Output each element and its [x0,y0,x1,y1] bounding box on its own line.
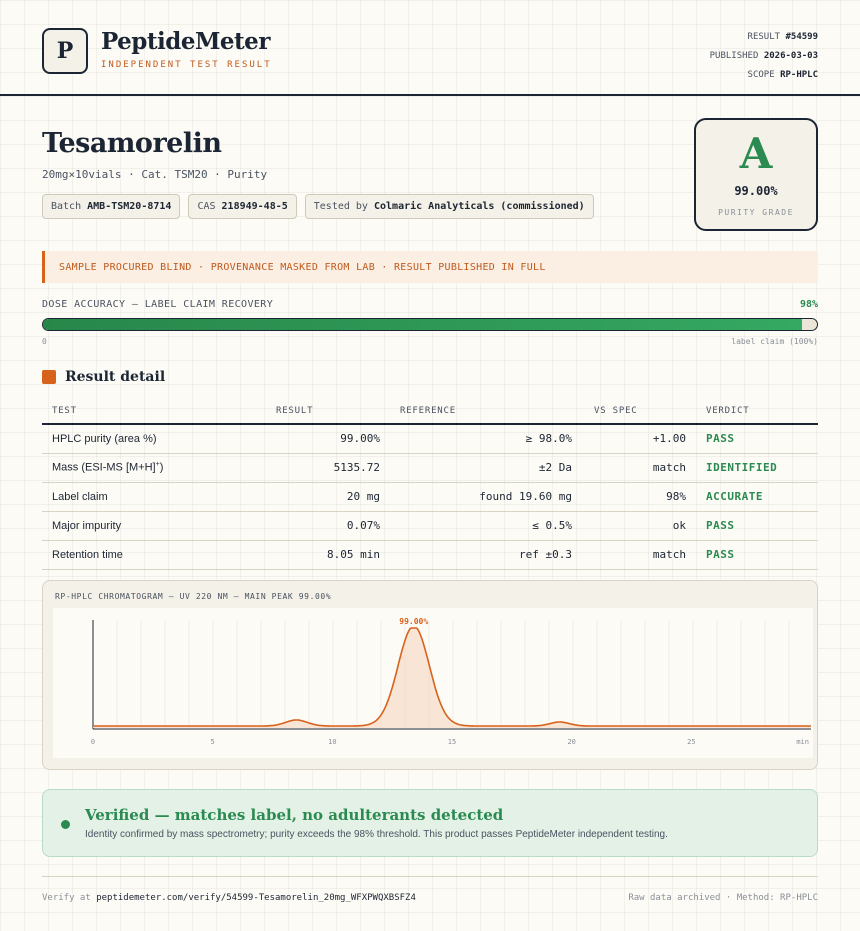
result-id-row: RESULT #54599 [747,32,818,42]
table-row: HPLC purity (area %) 99.00% ≥ 98.0% +1.00 PA… [42,424,818,454]
grade-value: 99.00% [734,184,778,198]
grade-letter: A [739,129,773,178]
batch-value: AMB-TSM20-8714 [87,201,172,212]
grade-label: PURITY GRADE [718,208,794,217]
footer-divider [42,876,818,877]
cell-result: 5135.72 [214,453,390,483]
result-id: #54599 [785,32,818,42]
cell-reference: found 19.60 mg [390,482,582,512]
col-reference: REFERENCE [390,398,582,425]
cell-verdict: IDENTIFIED [696,453,818,483]
table-row: Mass (ESI-MS [M+H]+) 5135.72 ±2 Da match IDE… [42,453,818,483]
result-detail-title: Result detail [65,369,166,385]
x-unit-label: min [796,738,809,746]
dose-accuracy-bar [42,318,818,331]
cell-verdict: PASS [696,424,818,454]
cell-test: Label claim [42,482,214,512]
col-test: TEST [42,398,214,425]
cell-test: Major impurity [42,511,214,541]
dose-min-label: 0 [42,337,47,346]
x-tick-label: 15 [448,738,456,746]
dose-max-label: label claim (100%) [731,337,818,346]
cell-vs-spec: ok [582,511,696,541]
brand-name: PeptideMeter [101,28,270,55]
x-tick-label: 0 [91,738,95,746]
scope-row: SCOPE RP-HPLC [747,70,818,80]
footer-verify: Verify at peptidemeter.com/verify/54599-… [42,893,416,903]
cas-value: 218949-48-5 [221,201,288,212]
tested-by-chip: Tested by Colmaric Analyticals (commissi… [304,194,594,219]
table-row: Retention time 8.05 min ref ±0.3 match PASS [42,540,818,570]
cell-reference: ±2 Da [390,453,582,483]
cell-vs-spec: 98% [582,482,696,512]
published-date: 2026-03-03 [763,51,818,61]
chromatogram-card: RP-HPLC CHROMATOGRAM — UV 220 NM — MAIN … [42,580,818,770]
cell-reference: ≥ 98.0% [390,424,582,454]
verified-title: Verified — matches label, no adulterants… [85,806,504,824]
chromatogram-plot: 99.00% 0 5 10 15 20 25 min [53,608,813,758]
tested-by-value: Colmaric Analyticals (commissioned) [373,201,585,212]
cell-vs-spec: match [582,540,696,570]
table-header: TEST RESULT REFERENCE VS SPEC VERDICT [42,398,818,425]
verify-link[interactable]: peptidemeter.com/verify/54599-Tesamoreli… [96,893,416,903]
product-subtitle: 20mg×10vials · Cat. TSM20 · Purity [42,168,268,181]
verified-dot-icon [61,820,70,829]
table-row: Major impurity 0.07% ≤ 0.5% ok PASS [42,511,818,541]
main-peak-label: 99.00% [399,617,428,626]
cell-verdict: PASS [696,540,818,570]
product-name: Tesamorelin [42,128,222,159]
cell-result: 0.07% [214,511,390,541]
cell-verdict: ACCURATE [696,482,818,512]
cell-vs-spec: match [582,453,696,483]
cell-result: 8.05 min [214,540,390,570]
chromatogram-title: RP-HPLC CHROMATOGRAM — UV 220 NM — MAIN … [55,592,332,601]
cell-verdict: PASS [696,511,818,541]
section-marker [42,370,56,384]
logo: P [42,28,88,74]
results-table: TEST RESULT REFERENCE VS SPEC VERDICT HP… [42,398,818,570]
cell-reference: ≤ 0.5% [390,511,582,541]
batch-chip: Batch AMB-TSM20-8714 [42,194,181,219]
dose-accuracy-percent: 98% [799,299,818,310]
scope-value: RP-HPLC [780,70,818,80]
brand-subtitle: INDEPENDENT TEST RESULT [101,60,272,70]
table-row: Label claim 20 mg found 19.60 mg 98% ACCURAT… [42,482,818,512]
col-verdict: VERDICT [696,398,818,425]
cell-result: 99.00% [214,424,390,454]
x-tick-label: 5 [211,738,215,746]
x-tick-label: 10 [328,738,336,746]
dose-accuracy-label: DOSE ACCURACY — LABEL CLAIM RECOVERY [42,299,274,310]
purity-grade-card: A 99.00% PURITY GRADE [694,118,818,231]
cell-vs-spec: +1.00 [582,424,696,454]
col-result: RESULT [214,398,390,425]
cell-result: 20 mg [214,482,390,512]
report-meta: RESULT #54599 PUBLISHED 2026-03-03 SCOPE… [710,28,818,85]
cell-test: Retention time [42,540,214,570]
verified-subtitle: Identity confirmed by mass spectrometry;… [85,829,668,840]
x-tick-label: 20 [567,738,575,746]
cell-test: Mass (ESI-MS [M+H]+) [42,453,214,483]
cas-chip: CAS 218949-48-5 [188,194,297,219]
blind-procurement-notice: SAMPLE PROCURED BLIND · PROVENANCE MASKE… [42,251,818,283]
published-row: PUBLISHED 2026-03-03 [709,51,818,61]
verified-banner: Verified — matches label, no adulterants… [42,789,818,857]
product-chips: Batch AMB-TSM20-8714 CAS 218949-48-5 Tes… [42,194,594,219]
x-tick-label: 25 [687,738,695,746]
dose-accuracy-fill [43,319,802,330]
report-header: P PeptideMeter INDEPENDENT TEST RESULT R… [0,0,860,96]
col-vs-spec: VS SPEC [582,398,696,425]
cell-reference: ref ±0.3 [390,540,582,570]
footer-method: Raw data archived · Method: RP-HPLC [628,893,818,903]
cell-test: HPLC purity (area %) [42,424,214,454]
logo-letter: P [56,38,74,64]
